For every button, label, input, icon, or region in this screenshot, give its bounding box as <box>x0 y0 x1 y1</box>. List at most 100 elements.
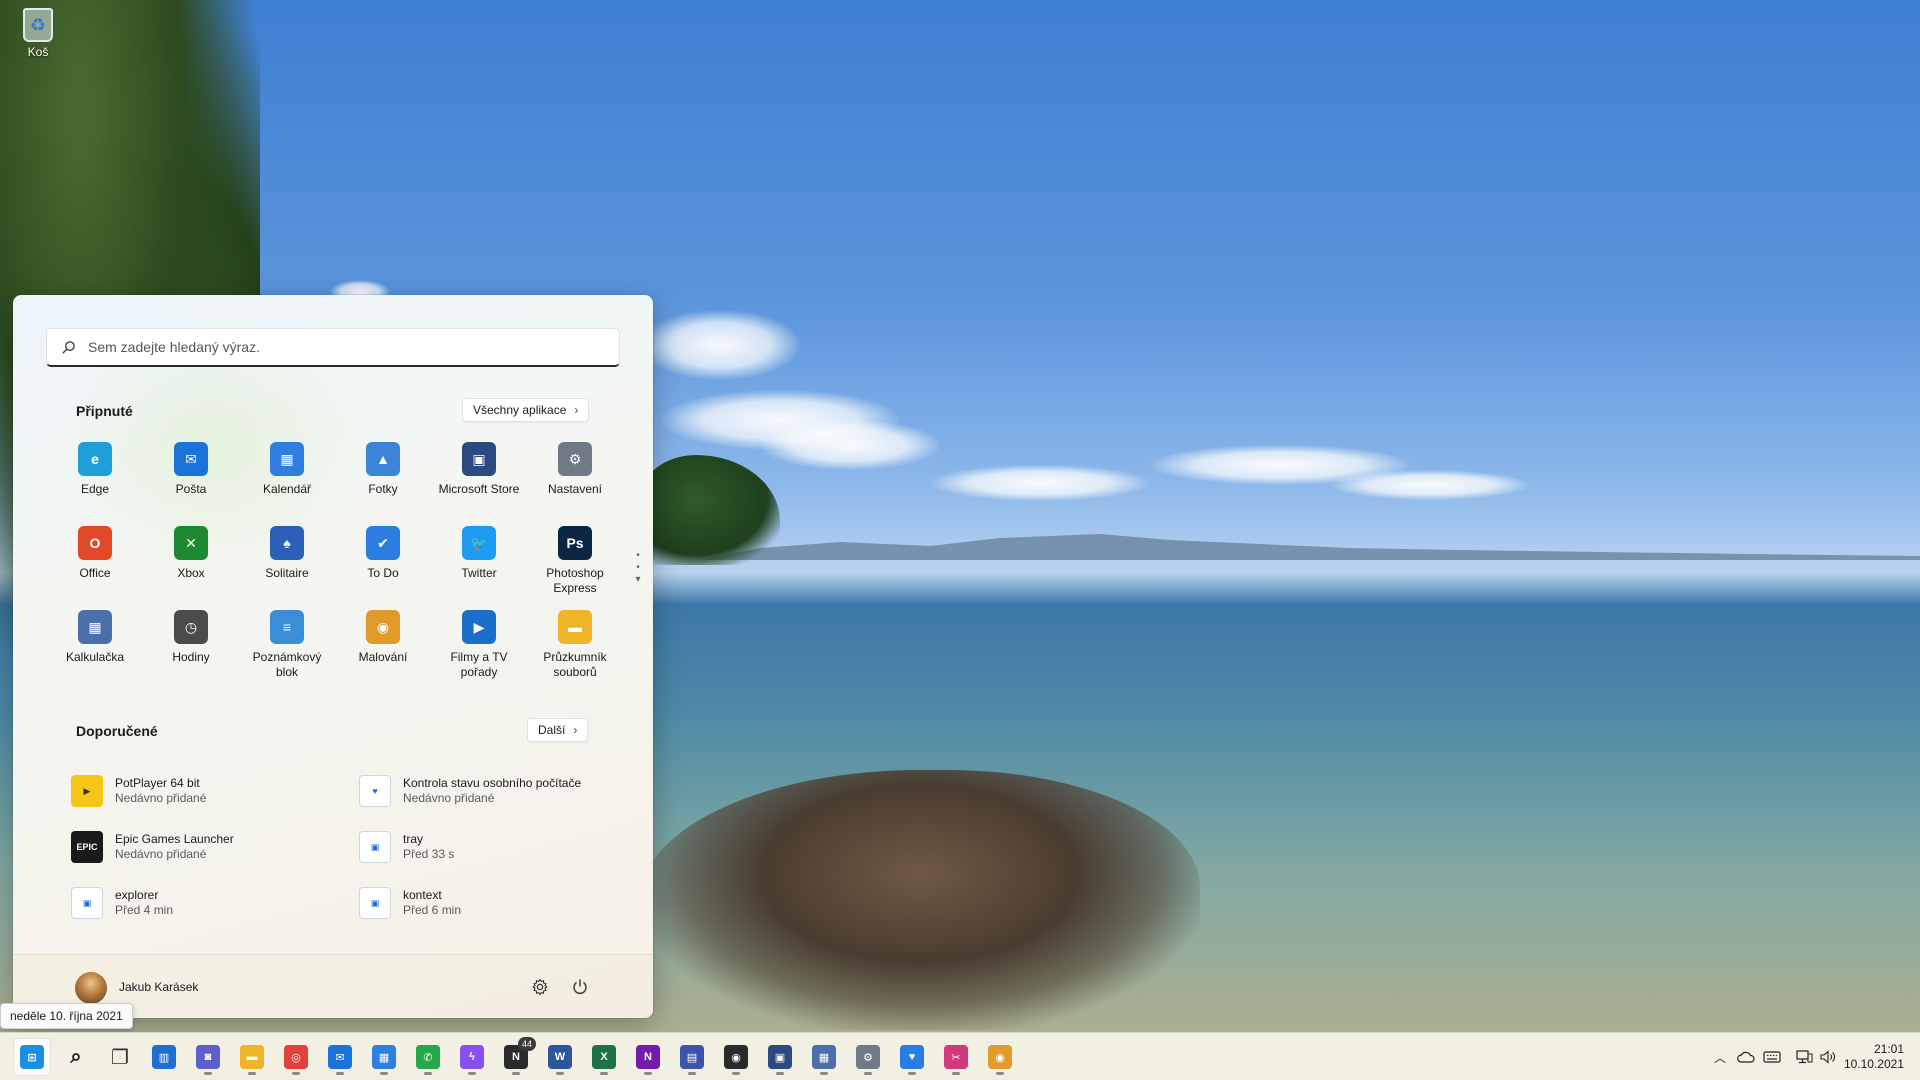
all-apps-button[interactable]: Všechny aplikace › <box>462 398 590 422</box>
pinned-section-title: Připnuté <box>76 403 133 419</box>
excel-icon: X <box>592 1045 616 1069</box>
keyboard-tray-button[interactable] <box>1762 1048 1782 1066</box>
recommended-item-title: PotPlayer 64 bit <box>115 776 200 790</box>
search-input[interactable] <box>88 339 568 355</box>
pinned-app[interactable]: ◷ Hodiny <box>143 610 239 694</box>
task-view-button[interactable]: ❐ <box>102 1039 138 1075</box>
clock-button[interactable]: 21:01 10.10.2021 <box>1844 1042 1904 1072</box>
keyboard-icon <box>1763 1051 1781 1063</box>
whatsapp-icon: ✆ <box>416 1045 440 1069</box>
settings-shortcut-button[interactable] <box>526 973 554 1001</box>
widgets-button[interactable]: ▥ <box>146 1039 182 1075</box>
whatsapp-button[interactable]: ✆ <box>410 1039 446 1075</box>
user-avatar[interactable] <box>75 972 107 1004</box>
recommended-item[interactable]: EPIC Epic Games Launcher Nedávno přidané <box>71 819 359 875</box>
cloud <box>640 310 800 380</box>
calculator-button[interactable]: ▦ <box>806 1039 842 1075</box>
search-icon <box>62 340 75 354</box>
start-menu: Připnuté Všechny aplikace › e Edge ✉ Pošta ▦… <box>13 295 653 1018</box>
running-indicator <box>556 1072 564 1075</box>
pinned-app[interactable]: ▲ Fotky <box>335 442 431 526</box>
onenote-button[interactable]: N <box>630 1039 666 1075</box>
excel-button[interactable]: X <box>586 1039 622 1075</box>
recommended-item-title: Epic Games Launcher <box>115 832 234 846</box>
pinned-app[interactable]: Ps Photoshop Express <box>527 526 623 610</box>
running-indicator <box>424 1072 432 1075</box>
twitter-icon: 🐦 <box>462 526 496 560</box>
paint-button[interactable]: ◉ <box>982 1039 1018 1075</box>
pinned-app-label: Photoshop Express <box>546 566 604 595</box>
pinned-app[interactable]: ⚙ Nastavení <box>527 442 623 526</box>
show-hidden-icons-button[interactable]: ︿ <box>1710 1048 1730 1066</box>
recycle-bin-desktop-icon[interactable]: ♻ Koš <box>14 8 62 59</box>
store-button[interactable]: ▣ <box>762 1039 798 1075</box>
pinned-app[interactable]: ◉ Malování <box>335 610 431 694</box>
settings-icon: ⚙ <box>856 1045 880 1069</box>
running-indicator <box>820 1072 828 1075</box>
running-indicator <box>600 1072 608 1075</box>
teams-chat-button[interactable]: ◙ <box>190 1039 226 1075</box>
news-button[interactable]: N 44 <box>498 1037 536 1075</box>
pinned-app[interactable]: ▶ Filmy a TV pořady <box>431 610 527 694</box>
chevron-right-icon: › <box>573 723 578 737</box>
pinned-app-label: Malování <box>358 650 408 664</box>
media-player-button[interactable]: ◉ <box>718 1039 754 1075</box>
calendar-button[interactable]: ▦ <box>366 1039 402 1075</box>
volume-tray-button[interactable] <box>1818 1048 1838 1066</box>
pc-health-button[interactable]: ♥ <box>894 1039 930 1075</box>
running-indicator <box>468 1072 476 1075</box>
user-name[interactable]: Jakub Karásek <box>119 980 198 994</box>
snipping-tool-button[interactable]: ✂ <box>938 1039 974 1075</box>
pinned-app[interactable]: ▦ Kalkulačka <box>47 610 143 694</box>
chat-icon: ◙ <box>196 1045 220 1069</box>
recommended-item-title: kontext <box>403 888 442 902</box>
rocks <box>640 770 1200 1030</box>
recommended-item-subtitle: Nedávno přidané <box>115 791 207 805</box>
page-indicator[interactable]: • • ▾ <box>633 550 643 586</box>
settings-button[interactable]: ⚙ <box>850 1039 886 1075</box>
running-indicator <box>644 1072 652 1075</box>
mail-button[interactable]: ✉ <box>322 1039 358 1075</box>
start-button[interactable]: ⊞ <box>14 1039 50 1075</box>
page-dot-icon: • <box>636 562 640 573</box>
messenger-button[interactable]: ϟ <box>454 1039 490 1075</box>
power-button[interactable] <box>566 973 594 1001</box>
save-app-button[interactable]: ▤ <box>674 1039 710 1075</box>
recommended-item-subtitle: Nedávno přidané <box>403 791 495 805</box>
recommended-item[interactable]: ♥ Kontrola stavu osobního počítače Nedávno… <box>359 763 611 819</box>
pinned-app[interactable]: ▬ Průzkumník souborů <box>527 610 623 694</box>
start-search-box[interactable] <box>46 328 620 367</box>
pinned-app-label: Office <box>79 566 111 580</box>
power-icon <box>573 979 587 994</box>
word-icon: W <box>548 1045 572 1069</box>
pinned-app[interactable]: ✕ Xbox <box>143 526 239 610</box>
pinned-app[interactable]: ▣ Microsoft Store <box>431 442 527 526</box>
recommended-item[interactable]: ▣ tray Před 33 s <box>359 819 611 875</box>
onedrive-tray-button[interactable] <box>1736 1048 1756 1066</box>
pinned-app[interactable]: ≡ Poznámkový blok <box>239 610 335 694</box>
pinned-app[interactable]: ✉ Pošta <box>143 442 239 526</box>
pinned-app[interactable]: ♠ Solitaire <box>239 526 335 610</box>
paint-icon: ◉ <box>988 1045 1012 1069</box>
recommended-item[interactable]: ▣ kontext Před 6 min <box>359 875 611 931</box>
more-button[interactable]: Další › <box>527 718 589 742</box>
pinned-app[interactable]: e Edge <box>47 442 143 526</box>
pinned-app[interactable]: O Office <box>47 526 143 610</box>
pinned-app-label: Hodiny <box>172 650 210 664</box>
recommended-item[interactable]: ▣ explorer Před 4 min <box>71 875 359 931</box>
pinned-app-label: Solitaire <box>265 566 309 580</box>
word-button[interactable]: W <box>542 1039 578 1075</box>
search-button[interactable]: ⌕ <box>58 1039 94 1075</box>
cloud-icon <box>1737 1051 1755 1063</box>
pinned-app[interactable]: ✔ To Do <box>335 526 431 610</box>
potplayer-icon: ▶ <box>71 775 103 807</box>
recommended-item-title: Kontrola stavu osobního počítače <box>403 776 582 790</box>
chrome-button[interactable]: ◎ <box>278 1039 314 1075</box>
recommended-item[interactable]: ▶ PotPlayer 64 bit Nedávno přidané <box>71 763 359 819</box>
running-indicator <box>864 1072 872 1075</box>
store-icon: ▣ <box>462 442 496 476</box>
pinned-app[interactable]: ▦ Kalendář <box>239 442 335 526</box>
pinned-app[interactable]: 🐦 Twitter <box>431 526 527 610</box>
file-explorer-button[interactable]: ▬ <box>234 1039 270 1075</box>
network-tray-button[interactable] <box>1794 1048 1814 1066</box>
